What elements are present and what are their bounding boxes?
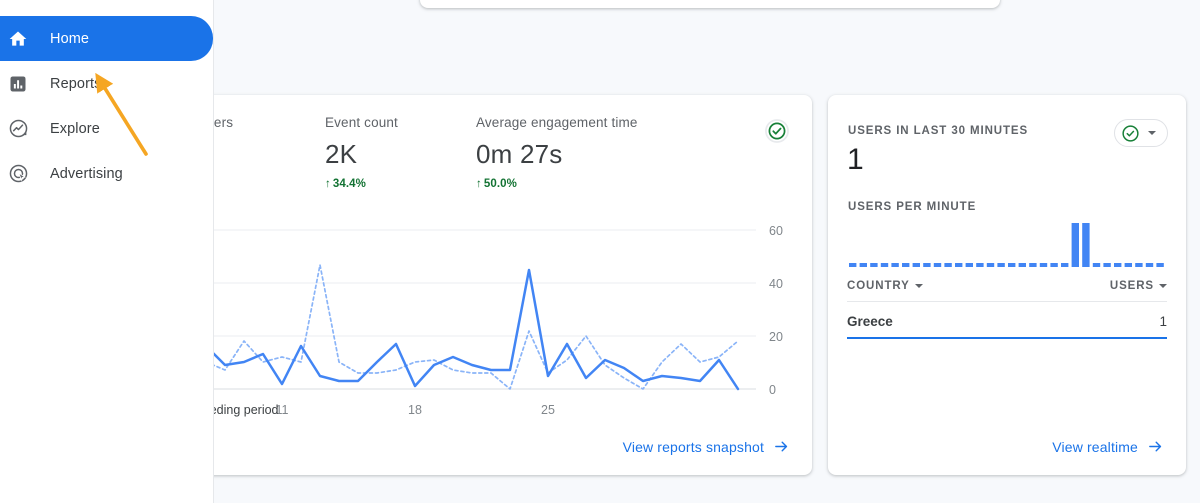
home-icon	[6, 27, 30, 51]
sparkline-bar-peak	[1082, 223, 1090, 267]
arrow-right-icon	[1149, 441, 1162, 452]
ga4-home-screen: Home Reports Explore Advertising users E…	[0, 0, 1200, 503]
view-realtime-link[interactable]: View realtime	[1052, 438, 1164, 455]
metric-delta: ↑ 34.4%	[325, 178, 398, 190]
advertising-target-icon	[6, 162, 30, 186]
view-realtime-label: View realtime	[1052, 438, 1138, 455]
delta-value: 50.0%	[483, 178, 517, 190]
users-per-minute-sparkline	[849, 223, 1164, 267]
series-preceding-period	[205, 264, 739, 390]
delta-arrow-up-icon: ↑	[325, 178, 331, 190]
metric-value: 2K	[325, 139, 358, 169]
explore-icon	[6, 117, 30, 141]
realtime-card: USERS IN LAST 30 MINUTES 1 USERS PER MIN…	[828, 95, 1186, 475]
sidebar-item-label-advertising: Advertising	[50, 165, 123, 182]
row-country: Greece	[847, 314, 893, 329]
sidebar-item-label-explore: Explore	[50, 120, 100, 137]
sparkline-bar-peak	[1071, 223, 1079, 267]
arrow-right-icon	[775, 441, 788, 452]
table-row[interactable]: Greece 1	[847, 314, 1167, 339]
sidebar-item-label-reports: Reports	[50, 75, 102, 92]
sidebar-item-label-home: Home	[50, 30, 90, 47]
svg-text:0: 0	[769, 383, 776, 397]
svg-text:25: 25	[541, 403, 555, 417]
realtime-users-value: 1	[847, 143, 864, 176]
chart-gridlines	[206, 229, 756, 390]
sidebar-item-advertising[interactable]: Advertising	[0, 151, 213, 196]
caret-down-icon	[914, 284, 923, 288]
sidebar-item-explore[interactable]: Explore	[0, 106, 213, 151]
chart-y-axis-labels: 60 40 20 0	[769, 224, 783, 397]
sidebar-item-home[interactable]: Home	[0, 16, 213, 61]
view-reports-snapshot-link[interactable]: View reports snapshot	[623, 438, 790, 455]
users-trend-line-chart: 60 40 20 0 11 18 25	[204, 224, 783, 417]
main-content: New users 270 ↓ 5.3% Event count 2K ↑ 34…	[168, 0, 1200, 503]
svg-text:60: 60	[769, 224, 783, 238]
reports-overview-card: New users 270 ↓ 5.3% Event count 2K ↑ 34…	[168, 95, 812, 475]
chart-x-axis-labels: 11 18 25	[276, 403, 555, 417]
green-check-circle-icon	[1122, 124, 1139, 142]
metric-title: Event count	[325, 115, 398, 130]
svg-text:18: 18	[408, 403, 422, 417]
sidebar-item-reports[interactable]: Reports	[0, 61, 213, 106]
svg-text:40: 40	[769, 277, 783, 291]
svg-text:20: 20	[769, 330, 783, 344]
realtime-users-label: USERS IN LAST 30 MINUTES	[848, 125, 1029, 137]
metric-average-engagement-time: Average engagement time 0m 27s ↑ 50.0%	[476, 115, 638, 190]
metric-title: Average engagement time	[476, 115, 638, 130]
metric-value: 0m 27s	[476, 139, 563, 169]
series-current-period	[204, 268, 740, 391]
metrics-row: New users 270 ↓ 5.3% Event count 2K ↑ 34…	[168, 115, 812, 193]
delta-arrow-up-icon: ↑	[476, 178, 482, 190]
bar-chart-icon	[6, 72, 30, 96]
realtime-status-dropdown[interactable]	[1114, 119, 1168, 147]
column-header-country-label: COUNTRY	[847, 280, 910, 292]
sidebar: Home Reports Explore Advertising	[0, 0, 214, 503]
caret-down-icon	[1159, 284, 1167, 288]
delta-value: 34.4%	[332, 178, 366, 190]
green-check-circle-icon[interactable]	[764, 118, 790, 144]
column-header-users[interactable]: USERS	[1110, 280, 1167, 292]
view-reports-snapshot-label: View reports snapshot	[622, 438, 764, 455]
realtime-per-minute-label: USERS PER MINUTE	[848, 201, 977, 213]
caret-down-icon	[1148, 131, 1156, 135]
column-header-users-label: USERS	[1109, 280, 1154, 292]
realtime-table-header: COUNTRY USERS	[847, 280, 1167, 302]
column-header-country[interactable]: COUNTRY	[847, 280, 923, 292]
row-users: 1	[1159, 314, 1167, 329]
metric-event-count: Event count 2K ↑ 34.4%	[325, 115, 398, 190]
metric-delta: ↑ 50.0%	[476, 178, 638, 190]
